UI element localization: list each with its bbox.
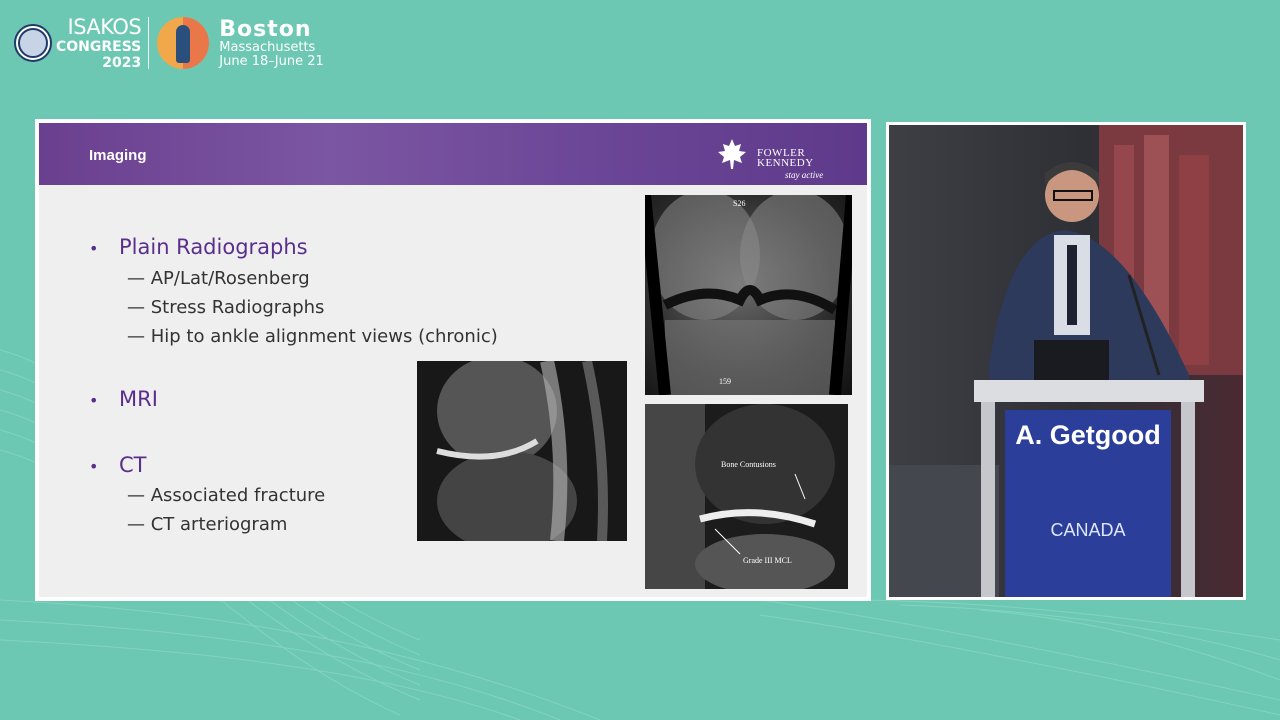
maple-leaf-icon [718,139,746,169]
bullet-dot: • [89,239,99,258]
header-divider [148,17,150,69]
logo-text-kennedy: KENNEDY [757,157,814,169]
location-block: Boston Massachusetts June 18–June 21 [219,18,323,68]
event-dates: June 18–June 21 [219,53,324,69]
isakos-seal-logo [14,24,52,62]
congress-header: ISAKOS CONGRESS 2023 Boston Massachusett… [14,12,324,74]
sub-dash: — [127,326,145,347]
slide-header-bar: Imaging FOWLER KENNEDY stay active [39,123,867,185]
sub-dash: — [127,485,145,506]
sub-dash: — [127,514,145,535]
grade-mcl-label: Grade III MCL [743,556,792,565]
mri-label-top: S26 [733,199,746,208]
mri-label-bottom: 159 [719,377,731,386]
sub-label: CT arteriogram [150,514,288,535]
state-name: Massachusetts [219,39,316,55]
bullet-dot: • [89,457,99,476]
org-name: ISAKOS [67,14,142,39]
speaker-video-panel: A. Getgood CANADA [886,122,1246,600]
bullet-dot: • [89,391,99,410]
sub-bullet: — Associated fracture [127,485,325,506]
slide-title: Imaging [89,147,147,164]
sub-label: Associated fracture [150,485,326,506]
presentation-slide: Imaging FOWLER KENNEDY stay active • Plai… [35,119,871,601]
sub-dash: — [127,268,145,289]
bullet-ct: • CT [89,453,147,477]
boston-runner-logo [157,17,210,69]
sub-label: AP/Lat/Rosenberg [150,268,310,289]
city-name: Boston [219,16,312,42]
sub-bullet: — Hip to ankle alignment views (chronic) [127,326,498,347]
bullet-label: CT [119,453,147,477]
bone-contusions-label: Bone Contusions [721,460,776,469]
sub-bullet: — Stress Radiographs [127,297,324,318]
fowler-kennedy-logo: FOWLER KENNEDY stay active [715,135,835,180]
sagittal-knee-mri-image [417,361,627,541]
sub-label: Stress Radiographs [150,297,325,318]
org-year: 2023 [102,54,142,71]
speaker-name: A. Getgood [1015,420,1161,450]
sub-label: Hip to ankle alignment views (chronic) [150,326,498,347]
sub-dash: — [127,297,145,318]
speaker-nameplate: A. Getgood CANADA [1005,410,1171,597]
bullet-plain-radiographs: • Plain Radiographs [89,235,308,259]
speaker-country: CANADA [1050,520,1126,540]
sub-bullet: — CT arteriogram [127,514,287,535]
bullet-mri: • MRI [89,387,158,411]
isakos-wordmark: ISAKOS CONGRESS 2023 [56,14,142,71]
bullet-label: MRI [119,387,158,411]
coronal-knee-mri-annotated-image: Bone Contusions Grade III MCL [645,404,848,589]
org-congress: CONGRESS [56,38,142,55]
logo-tagline: stay active [785,170,824,180]
sub-bullet: — AP/Lat/Rosenberg [127,268,310,289]
bullet-label: Plain Radiographs [119,235,308,259]
coronal-knee-mri-image: S26 159 [645,195,852,395]
